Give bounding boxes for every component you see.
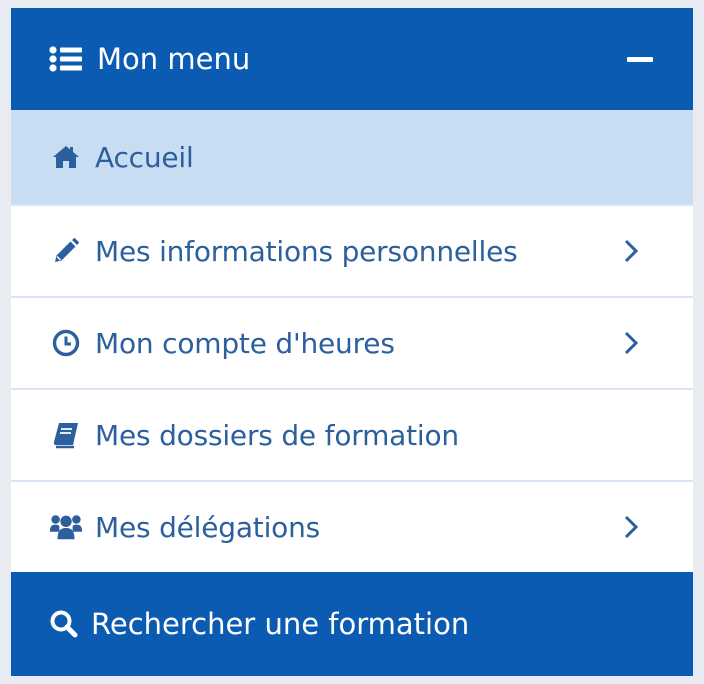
chevron-right-icon[interactable] xyxy=(621,329,641,357)
side-menu: Mon menu Accueil Mes informations person… xyxy=(11,8,693,676)
clock-icon xyxy=(49,326,83,360)
book-icon xyxy=(49,418,83,452)
search-formation-label: Rechercher une formation xyxy=(91,607,470,641)
menu-title: Mon menu xyxy=(97,42,251,76)
menu-item-label: Mon compte d'heures xyxy=(95,326,395,360)
menu-item-informations-personnelles[interactable]: Mes informations personnelles xyxy=(11,204,693,296)
menu-item-label: Accueil xyxy=(95,140,194,174)
home-icon xyxy=(49,140,83,174)
menu-item-dossiers-formation[interactable]: Mes dossiers de formation xyxy=(11,388,693,480)
list-icon xyxy=(49,46,83,72)
menu-item-label: Mes informations personnelles xyxy=(95,234,518,268)
chevron-right-icon[interactable] xyxy=(621,237,641,265)
chevron-right-icon[interactable] xyxy=(621,513,641,541)
menu-item-compte-heures[interactable]: Mon compte d'heures xyxy=(11,296,693,388)
menu-item-label: Mes dossiers de formation xyxy=(95,418,459,452)
menu-item-accueil[interactable]: Accueil xyxy=(11,110,693,204)
search-formation-button[interactable]: Rechercher une formation xyxy=(11,572,693,676)
minus-icon[interactable] xyxy=(627,56,653,62)
users-icon xyxy=(49,510,83,544)
pencil-icon xyxy=(49,234,83,268)
search-icon xyxy=(49,609,79,639)
menu-item-label: Mes délégations xyxy=(95,510,321,544)
menu-header[interactable]: Mon menu xyxy=(11,8,693,110)
menu-item-delegations[interactable]: Mes délégations xyxy=(11,480,693,572)
